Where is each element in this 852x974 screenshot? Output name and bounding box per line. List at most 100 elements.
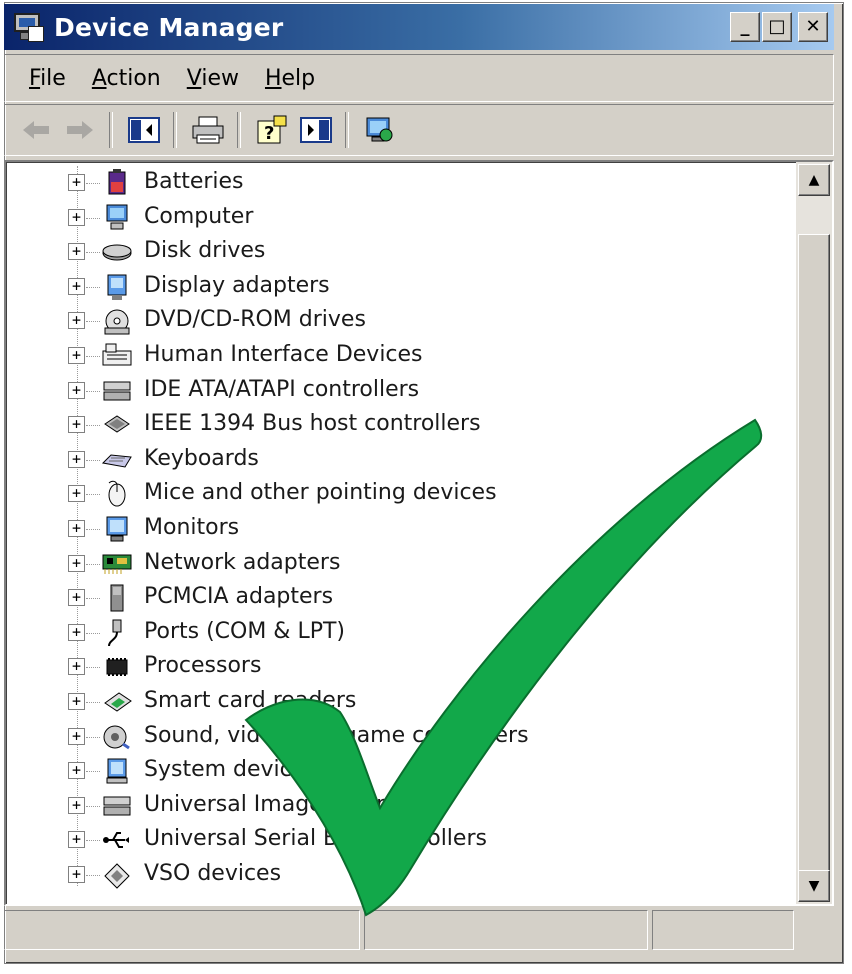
sound-icon bbox=[101, 722, 135, 752]
show-hide-tree-icon[interactable] bbox=[125, 111, 163, 149]
vertical-scrollbar[interactable]: ▲ ▼ bbox=[796, 162, 832, 904]
tree-item[interactable]: + Disk drives bbox=[6, 235, 786, 269]
device-manager-app-icon[interactable] bbox=[12, 10, 46, 44]
menu-help[interactable]: Help bbox=[263, 66, 317, 91]
toolbar-separator bbox=[345, 112, 349, 148]
tree-branch-line bbox=[86, 563, 100, 565]
tree-item[interactable]: + Display adapters bbox=[6, 270, 786, 304]
device-tree-pane: + Batteries + Computer + Disk drives + Display … bbox=[4, 160, 834, 906]
tree-item-label: Keyboards bbox=[144, 445, 259, 471]
status-bar bbox=[4, 910, 834, 954]
svg-text:?: ? bbox=[264, 123, 274, 144]
expand-toggle[interactable]: + bbox=[68, 243, 85, 261]
tree-item[interactable]: + Universal Image Mounter bbox=[6, 789, 786, 823]
device-tree: + Batteries + Computer + Disk drives + Display … bbox=[6, 162, 796, 904]
tree-branch-line bbox=[86, 771, 100, 773]
tree-item[interactable]: + Mice and other pointing devices bbox=[6, 477, 786, 511]
print-icon[interactable] bbox=[189, 111, 227, 149]
expand-toggle[interactable]: + bbox=[68, 381, 85, 399]
tree-item[interactable]: + Processors bbox=[6, 650, 786, 684]
scroll-up-button[interactable]: ▲ bbox=[798, 164, 830, 196]
expand-toggle[interactable]: + bbox=[68, 554, 85, 572]
scroll-down-button[interactable]: ▼ bbox=[798, 870, 830, 902]
menu-action[interactable]: Action bbox=[90, 66, 163, 91]
scroll-thumb[interactable] bbox=[798, 234, 830, 874]
toolbar-separator bbox=[109, 112, 113, 148]
tree-item[interactable]: + Sound, video and game controllers bbox=[6, 720, 786, 754]
expand-toggle[interactable]: + bbox=[68, 762, 85, 780]
pcmcia-icon bbox=[101, 583, 135, 613]
tree-item[interactable]: + Monitors bbox=[6, 512, 786, 546]
tree-item[interactable]: + Universal Serial Bus controllers bbox=[6, 823, 786, 857]
tree-branch-line bbox=[86, 805, 100, 807]
tree-item-label: VSO devices bbox=[144, 861, 282, 886]
ide-controller-icon bbox=[101, 376, 135, 406]
expand-toggle[interactable]: + bbox=[68, 658, 85, 676]
expand-toggle[interactable]: + bbox=[68, 277, 85, 295]
usb-icon bbox=[101, 825, 135, 855]
expand-toggle[interactable]: + bbox=[68, 589, 85, 607]
expand-toggle[interactable]: + bbox=[68, 485, 85, 503]
title-bar[interactable]: Device Manager _ □ ✕ bbox=[4, 4, 834, 50]
help-icon[interactable]: ? bbox=[253, 111, 291, 149]
expand-toggle[interactable]: + bbox=[68, 416, 85, 434]
tree-item[interactable]: + Smart card readers bbox=[6, 685, 786, 719]
forward-arrow-icon[interactable] bbox=[61, 111, 99, 149]
tree-branch-line bbox=[86, 840, 100, 842]
properties-icon[interactable] bbox=[297, 111, 335, 149]
tree-item[interactable]: + System devices bbox=[6, 754, 786, 788]
scan-hardware-icon[interactable] bbox=[361, 111, 399, 149]
tree-branch-line bbox=[86, 252, 100, 254]
vso-device-icon bbox=[101, 860, 135, 890]
tree-item-label: Sound, video and game controllers bbox=[144, 722, 529, 748]
image-mounter-icon bbox=[101, 791, 135, 821]
tree-item[interactable]: + Human Interface Devices bbox=[6, 339, 786, 373]
display-adapter-icon bbox=[101, 272, 135, 302]
tree-item[interactable]: + Batteries bbox=[6, 166, 786, 200]
maximize-button[interactable]: □ bbox=[762, 12, 792, 42]
expand-toggle[interactable]: + bbox=[68, 450, 85, 468]
tree-branch-line bbox=[86, 529, 100, 530]
menu-view[interactable]: View bbox=[185, 66, 241, 91]
tree-branch-line bbox=[86, 875, 100, 876]
back-arrow-icon[interactable] bbox=[17, 111, 55, 149]
tree-item[interactable]: + PCMCIA adapters bbox=[6, 581, 786, 615]
expand-toggle[interactable]: + bbox=[68, 208, 85, 226]
tree-branch-line bbox=[86, 425, 100, 427]
tree-item-label: Computer bbox=[144, 203, 254, 229]
smart-card-icon bbox=[101, 687, 135, 717]
expand-toggle[interactable]: + bbox=[68, 174, 85, 191]
tree-item-label: Mice and other pointing devices bbox=[144, 480, 497, 506]
status-panel bbox=[364, 910, 648, 950]
tree-item[interactable]: + IDE ATA/ATAPI controllers bbox=[6, 374, 786, 408]
tree-item[interactable]: + Network adapters bbox=[6, 547, 786, 581]
tree-item[interactable]: + Ports (COM & LPT) bbox=[6, 616, 786, 650]
tree-item[interactable]: + DVD/CD-ROM drives bbox=[6, 304, 786, 338]
processor-icon bbox=[101, 652, 135, 682]
tree-branch-line bbox=[86, 632, 100, 634]
expand-toggle[interactable]: + bbox=[68, 727, 85, 745]
battery-icon bbox=[101, 168, 135, 198]
expand-toggle[interactable]: + bbox=[68, 866, 85, 883]
expand-toggle[interactable]: + bbox=[68, 347, 85, 364]
expand-toggle[interactable]: + bbox=[68, 693, 85, 710]
tree-item-label: Human Interface Devices bbox=[144, 342, 423, 367]
expand-toggle[interactable]: + bbox=[68, 796, 85, 814]
ieee1394-icon bbox=[101, 410, 135, 440]
tree-item[interactable]: + VSO devices bbox=[6, 858, 786, 892]
expand-toggle[interactable]: + bbox=[68, 312, 85, 330]
tree-item-label: IDE ATA/ATAPI controllers bbox=[144, 376, 420, 402]
expand-toggle[interactable]: + bbox=[68, 831, 85, 849]
tree-branch-line bbox=[86, 286, 100, 288]
menu-file[interactable]: File bbox=[27, 66, 68, 91]
tree-item[interactable]: + Keyboards bbox=[6, 443, 786, 477]
minimize-button[interactable]: _ bbox=[730, 12, 760, 42]
tree-item[interactable]: + IEEE 1394 Bus host controllers bbox=[6, 408, 786, 442]
close-button[interactable]: ✕ bbox=[798, 12, 828, 42]
expand-toggle[interactable]: + bbox=[68, 623, 85, 641]
tree-item[interactable]: + Computer bbox=[6, 201, 786, 235]
tree-item-label: Universal Image Mounter bbox=[144, 791, 422, 817]
disk-drive-icon bbox=[101, 237, 135, 267]
toolbar-separator bbox=[237, 112, 241, 148]
expand-toggle[interactable]: + bbox=[68, 520, 85, 537]
